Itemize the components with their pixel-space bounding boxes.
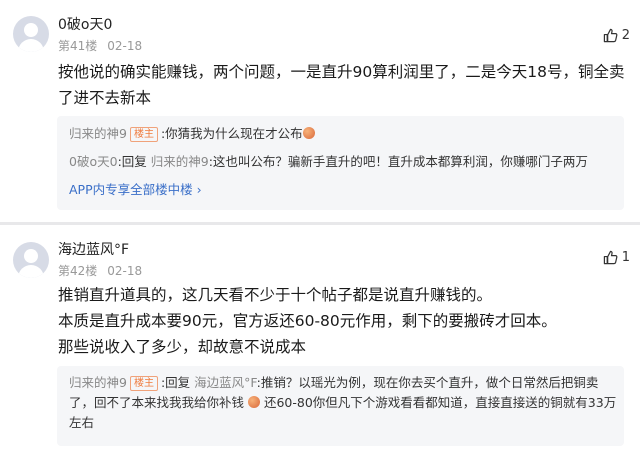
like-count: 1 (621, 250, 630, 265)
post-content: 按他说的确实能赚钱，两个问题，一是直升90算利润里了，二是今天18号，铜全卖了进… (58, 63, 625, 107)
reply-word: :回复 (117, 154, 147, 169)
author-badge: 楼主 (129, 376, 158, 391)
content-line: 本质是直升成本要90元，官方返还60-80元作用，剩下的要搬砖才回本。 (58, 312, 557, 330)
sub-reply: 0破o天0:回复 归来的神9:这也叫公布？骗新手直升的吧！直升成本都算利润，你赚… (69, 152, 617, 172)
default-avatar-icon[interactable] (13, 242, 49, 278)
content-line: 那些说收入了多少，却故意不说成本 (58, 338, 307, 356)
post-floor-41: 0破o天0 第41楼 02-18 2 按他说的确实能赚钱，两个问题，一是直升90算… (0, 0, 640, 225)
like-count: 2 (621, 28, 630, 43)
like-button[interactable]: 2 (603, 28, 630, 43)
sub-reply: 归来的神9 楼主:回复 海边蓝风°F:推销？以瑶光为例，现在你去买个直升，做个日常… (69, 373, 617, 433)
emoji-icon (248, 396, 260, 408)
like-button[interactable]: 1 (603, 250, 630, 265)
post-date: 02-18 (107, 39, 143, 53)
post-meta: 第42楼 02-18 (58, 262, 152, 279)
reply-username[interactable]: 归来的神9 (69, 126, 127, 141)
floor-number: 第42楼 (58, 264, 98, 278)
sub-reply: 归来的神9 楼主:你猜我为什么现在才公布 (69, 124, 617, 144)
floor-number: 第41楼 (58, 39, 98, 53)
reply-text: :你猜我为什么现在才公布 (160, 126, 303, 141)
content-line: 推销直升道具的，这几天看不少于十个帖子都是说直升赚钱的。 (58, 286, 493, 304)
default-avatar-icon[interactable] (13, 16, 49, 52)
reply-username[interactable]: 0破o天0 (69, 154, 118, 169)
post-username[interactable]: 海边蓝风°F (58, 239, 129, 259)
reply-word: :回复 (160, 375, 191, 390)
reply-text: :这也叫公布？骗新手直升的吧！直升成本都算利润，你赚哪门子两万 (208, 154, 588, 169)
reply-target[interactable]: 归来的神9 (151, 154, 209, 169)
thumbs-up-icon (603, 28, 618, 43)
post-meta: 第41楼 02-18 (58, 37, 152, 54)
author-badge: 楼主 (129, 127, 158, 142)
post-date: 02-18 (107, 264, 143, 278)
sub-replies: 归来的神9 楼主:你猜我为什么现在才公布 0破o天0:回复 归来的神9:这也叫公布… (57, 116, 624, 210)
reply-username[interactable]: 归来的神9 (69, 375, 127, 390)
thumbs-up-icon (603, 250, 618, 265)
post-floor-42: 海边蓝风°F 第42楼 02-18 1 推销直升道具的，这几天看不少于十个帖子都是… (0, 226, 640, 451)
more-replies-link[interactable]: APP内专享全部楼中楼 › (69, 180, 617, 200)
emoji-icon (302, 127, 315, 139)
post-username[interactable]: 0破o天0 (58, 14, 112, 34)
reply-target[interactable]: 海边蓝风°F (194, 375, 256, 390)
post-content: 推销直升道具的，这几天看不少于十个帖子都是说直升赚钱的。 本质是直升成本要90元… (58, 282, 630, 360)
sub-replies: 归来的神9 楼主:回复 海边蓝风°F:推销？以瑶光为例，现在你去买个直升，做个日常… (57, 366, 624, 446)
